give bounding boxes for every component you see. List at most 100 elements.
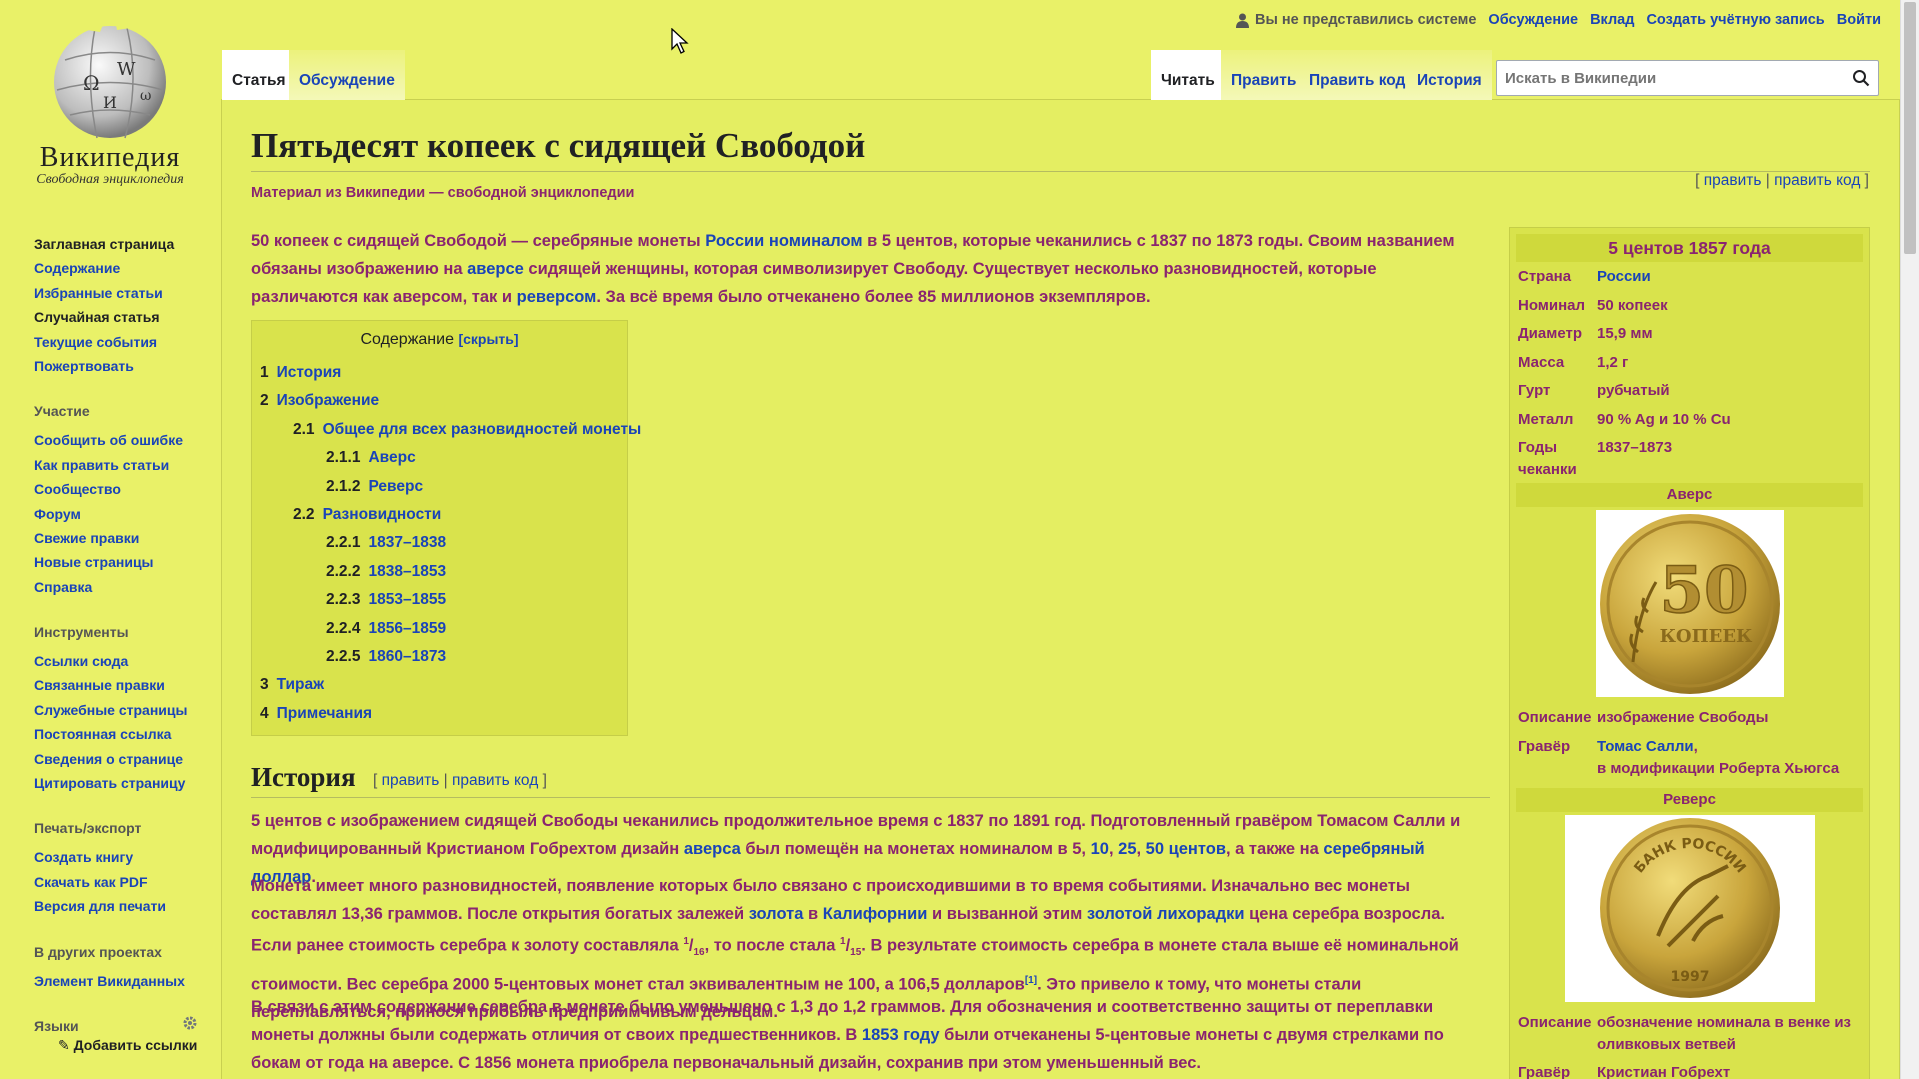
- toc-link[interactable]: Примечания: [277, 705, 372, 722]
- link-gold-rush[interactable]: золотой лихорадки: [1087, 905, 1245, 923]
- personal-contributions-link[interactable]: Вклад: [1590, 12, 1634, 28]
- link-25[interactable]: 25: [1118, 840, 1136, 858]
- add-links-link[interactable]: Добавить ссылки: [74, 1037, 198, 1053]
- link-russia[interactable]: России: [705, 232, 764, 250]
- tab-edit-source[interactable]: Править код: [1299, 50, 1416, 100]
- sidebar-item-create-book[interactable]: Создать книгу: [34, 849, 133, 865]
- sidebar-heading-languages-row: Языки: [34, 1015, 198, 1037]
- top-edit-source-link[interactable]: править код: [1774, 172, 1860, 189]
- title-divider: [251, 171, 1870, 172]
- reverse-coin-image[interactable]: БАНК РОССИИ 1997: [1564, 814, 1815, 1002]
- create-account-link[interactable]: Создать учётную запись: [1646, 12, 1824, 28]
- toc-item[interactable]: 2.2.2 1838–1853: [260, 558, 619, 586]
- toc-item[interactable]: 2.2 Разновидности: [260, 501, 619, 529]
- reference-link[interactable]: [1]: [1025, 975, 1037, 986]
- toc-item[interactable]: 2.2.4 1856–1859: [260, 615, 619, 643]
- link-denomination[interactable]: номиналом: [769, 232, 863, 250]
- toc-number: 3: [260, 676, 269, 694]
- toc-item[interactable]: 1 История: [260, 359, 619, 387]
- sidebar-item-featured[interactable]: Избранные статьи: [34, 285, 163, 301]
- toc-item[interactable]: 2.1.1 Аверс: [260, 444, 619, 472]
- sidebar-item-donate[interactable]: Пожертвовать: [34, 358, 134, 374]
- obverse-coin-image[interactable]: 50 КОПЕЕК: [1595, 510, 1784, 697]
- toc-link[interactable]: 1856–1859: [368, 620, 446, 637]
- toc-link[interactable]: 1860–1873: [368, 648, 446, 665]
- sidebar-item-random[interactable]: Случайная статья: [34, 309, 160, 325]
- link-1853[interactable]: 1853 году: [862, 1026, 940, 1044]
- infobox-value: 50 копеек: [1597, 296, 1668, 314]
- gear-icon[interactable]: [182, 1015, 198, 1037]
- sidebar-item-permanent-link[interactable]: Постоянная ссылка: [34, 726, 171, 742]
- toc-link[interactable]: 1853–1855: [368, 591, 446, 608]
- top-edit-link[interactable]: править: [1704, 172, 1762, 189]
- sidebar-item-wikidata[interactable]: Элемент Викиданных: [34, 973, 185, 989]
- toc-link[interactable]: Изображение: [277, 392, 380, 409]
- tab-edit[interactable]: Править: [1221, 50, 1307, 100]
- search-icon[interactable]: [1844, 61, 1878, 95]
- toc-item[interactable]: 2.1.2 Реверс: [260, 473, 619, 501]
- toc-link[interactable]: Разновидности: [323, 506, 442, 523]
- toc-item[interactable]: 2.1 Общее для всех разновидностей монеты: [260, 416, 641, 444]
- toc-item[interactable]: 3 Тираж: [260, 671, 619, 699]
- section-edit-link[interactable]: править: [382, 772, 440, 789]
- para-text: ,: [1108, 840, 1119, 858]
- toc-hide-toggle[interactable]: [скрыть]: [458, 331, 518, 347]
- wikipedia-logo[interactable]: Ω W И ω Википедия Свободная энциклопедия: [25, 20, 195, 188]
- tab-read[interactable]: Читать: [1151, 50, 1225, 100]
- sidebar-item-what-links-here[interactable]: Ссылки сюда: [34, 653, 128, 669]
- toc-item[interactable]: 2.2.5 1860–1873: [260, 643, 619, 671]
- sidebar-item-printable[interactable]: Версия для печати: [34, 898, 166, 914]
- link-gold[interactable]: золота: [749, 905, 804, 923]
- toc-link[interactable]: Реверс: [368, 478, 423, 495]
- tab-article[interactable]: Статья: [222, 50, 296, 100]
- section-edit-source-link[interactable]: править код: [452, 772, 538, 789]
- sidebar-item-main-page[interactable]: Заглавная страница: [34, 236, 174, 252]
- lead-paragraph: 50 копеек с сидящей Свободой — серебряны…: [251, 227, 1486, 311]
- sidebar-navigation: Заглавная страница Содержание Избранные …: [34, 232, 224, 378]
- engraver-link[interactable]: Томас Салли: [1597, 738, 1694, 755]
- toc-link[interactable]: Аверс: [368, 449, 415, 466]
- tab-talk[interactable]: Обсуждение: [289, 50, 405, 100]
- scrollbar-thumb[interactable]: [1904, 2, 1916, 254]
- login-link[interactable]: Войти: [1837, 12, 1881, 28]
- link-obverse[interactable]: аверсе: [467, 260, 524, 278]
- toc-item[interactable]: 2.2.1 1837–1838: [260, 529, 619, 557]
- sidebar-item-community[interactable]: Сообщество: [34, 481, 121, 497]
- link-50-cents[interactable]: 50 центов: [1146, 840, 1226, 858]
- sidebar-item-forum[interactable]: Форум: [34, 506, 81, 522]
- section-edit-links: [ править | править код ]: [373, 772, 547, 790]
- sidebar-item-help[interactable]: Справка: [34, 579, 92, 595]
- link-california[interactable]: Калифорнии: [823, 905, 928, 923]
- link-reverse[interactable]: реверсом: [517, 288, 597, 306]
- sidebar-item-cite-page[interactable]: Цитировать страницу: [34, 775, 185, 791]
- sidebar-item-report-error[interactable]: Сообщить об ошибке: [34, 432, 183, 448]
- lead-text: — серебряные монеты: [506, 232, 706, 250]
- toc-item[interactable]: 2 Изображение: [260, 387, 619, 415]
- link-obverse-2[interactable]: аверса: [684, 840, 741, 858]
- sidebar-item-contents[interactable]: Содержание: [34, 260, 120, 276]
- lead-bold-title[interactable]: 50 копеек с сидящей Свободой: [251, 232, 507, 250]
- personal-talk-link[interactable]: Обсуждение: [1488, 12, 1578, 28]
- tab-history[interactable]: История: [1407, 50, 1492, 100]
- link-10[interactable]: 10: [1091, 840, 1109, 858]
- page-scrollbar[interactable]: [1900, 0, 1919, 1079]
- toc-item[interactable]: 2.2.3 1853–1855: [260, 586, 619, 614]
- sidebar-item-how-to-edit[interactable]: Как править статьи: [34, 457, 169, 473]
- toc-link[interactable]: Общее для всех разновидностей монеты: [323, 421, 642, 438]
- history-paragraph-3: В связи с этим содержание серебра в моне…: [251, 993, 1490, 1077]
- sidebar-item-page-info[interactable]: Сведения о странице: [34, 751, 183, 767]
- toc-link[interactable]: 1837–1838: [368, 534, 446, 551]
- sidebar-item-recent-changes[interactable]: Свежие правки: [34, 530, 139, 546]
- toc-link[interactable]: Тираж: [277, 676, 324, 693]
- sidebar-item-download-pdf[interactable]: Скачать как PDF: [34, 874, 148, 890]
- toc-link[interactable]: История: [277, 364, 342, 381]
- infobox-country-link[interactable]: России: [1597, 268, 1651, 285]
- sidebar-item-new-pages[interactable]: Новые страницы: [34, 554, 154, 570]
- toc-link[interactable]: 1838–1853: [368, 563, 446, 580]
- toc-item[interactable]: 4 Примечания: [260, 700, 619, 728]
- sidebar-item-related-changes[interactable]: Связанные правки: [34, 677, 165, 693]
- infobox-row: Описание обозначение номинала в венке из …: [1516, 1012, 1863, 1062]
- sidebar-item-current-events[interactable]: Текущие события: [34, 334, 157, 350]
- sidebar-item-special-pages[interactable]: Служебные страницы: [34, 702, 187, 718]
- search-input[interactable]: [1505, 69, 1844, 87]
